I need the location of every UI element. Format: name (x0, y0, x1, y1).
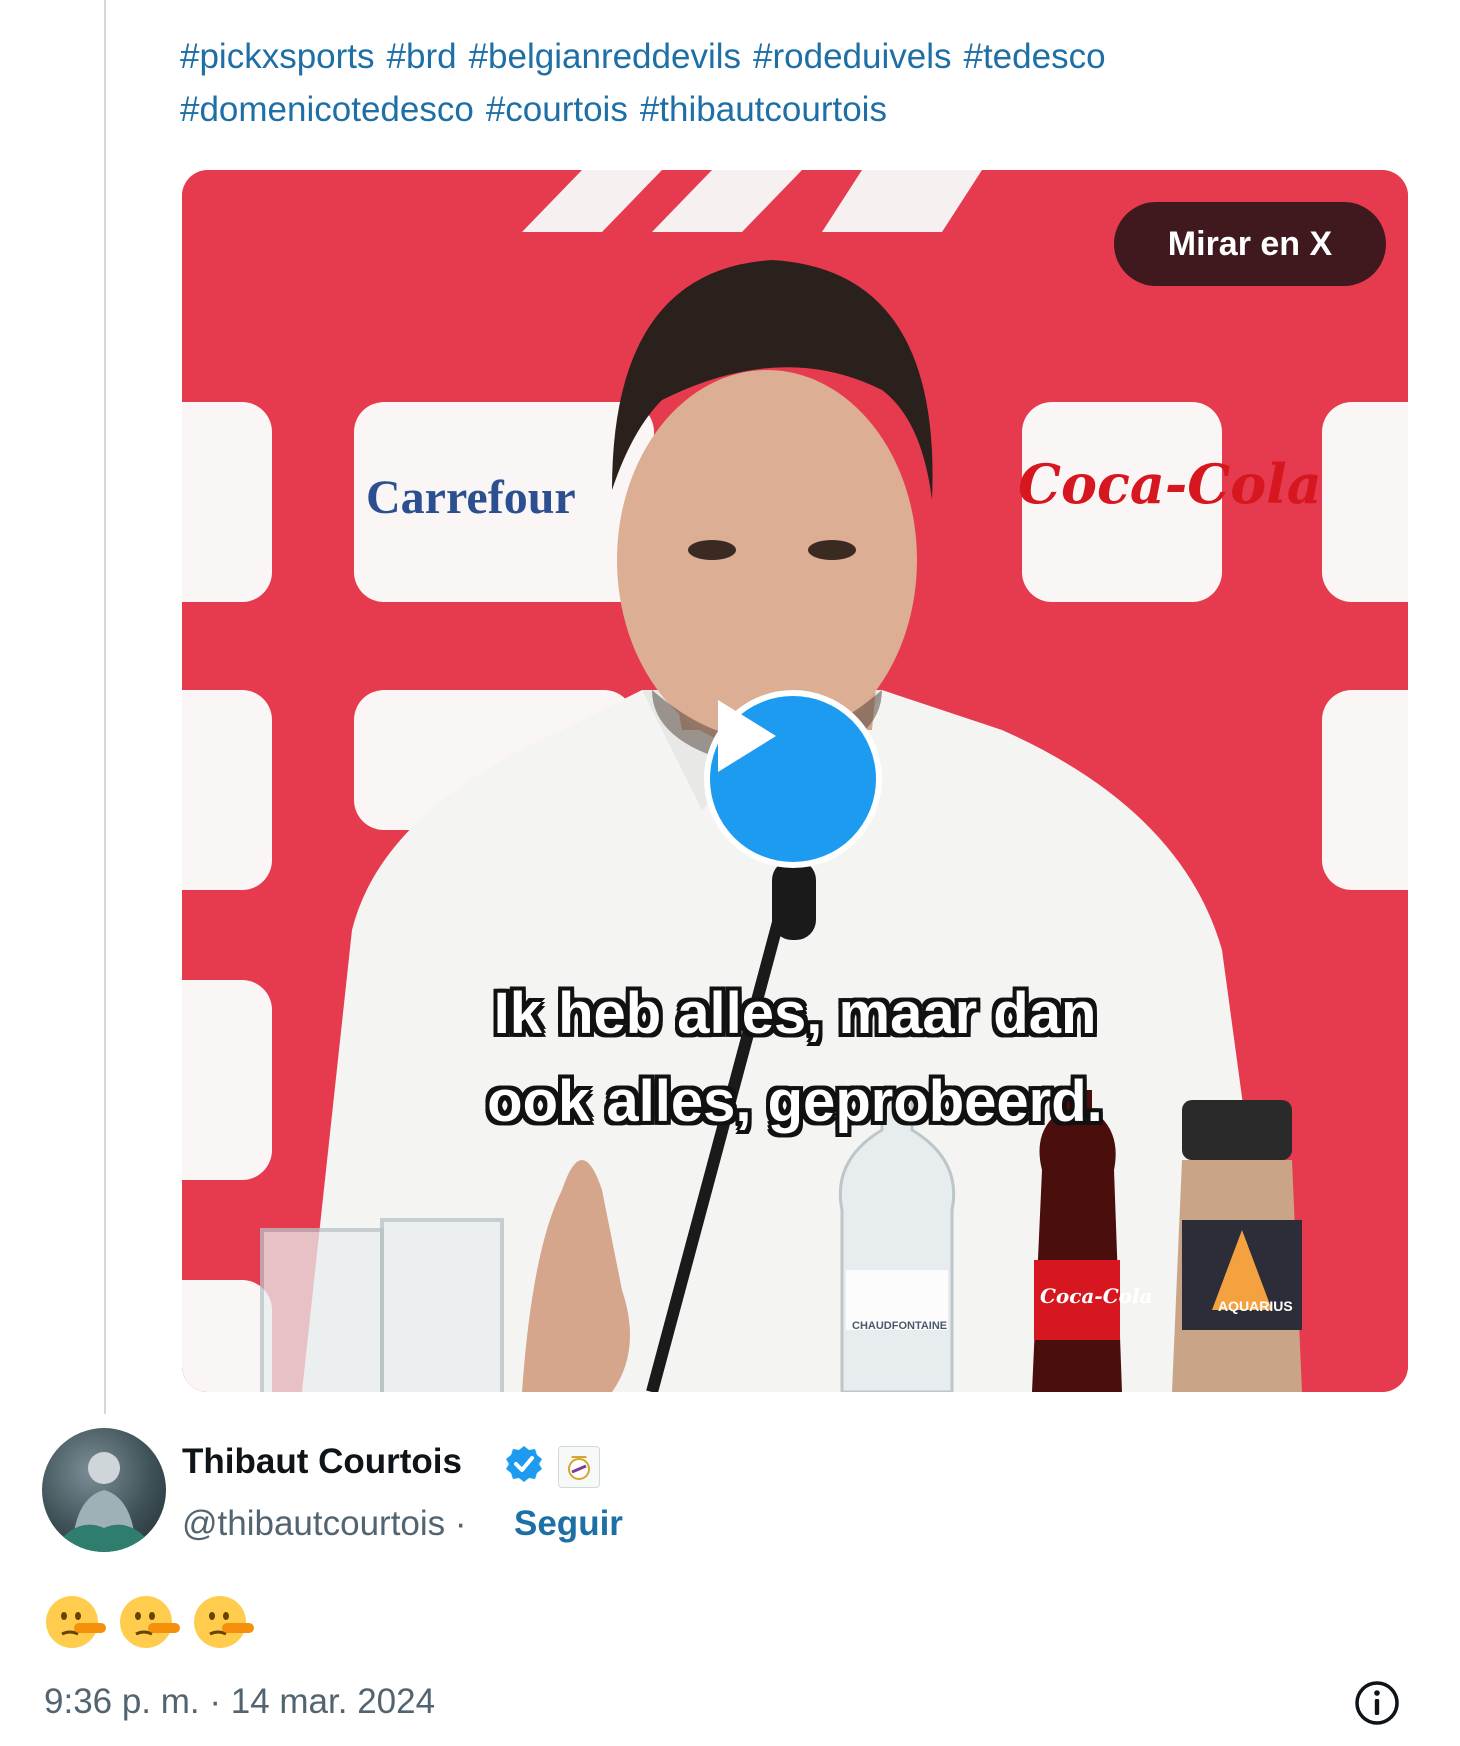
real-madrid-crest-icon (568, 1456, 590, 1480)
post-timestamp[interactable]: 9:36 p. m. · 14 mar. 2024 (44, 1682, 435, 1722)
sponsor-logo-carrefour: Carrefour (366, 471, 576, 524)
avatar-image (62, 1452, 146, 1552)
author-handle: @thibautcourtois · (182, 1504, 467, 1544)
sponsor-logo-cocacola: Coca-Cola (1018, 452, 1322, 516)
hashtag-link[interactable]: #brd (387, 37, 457, 76)
verified-badge-icon (506, 1446, 542, 1482)
watch-on-x-button[interactable]: Mirar en X (1114, 202, 1386, 286)
hashtag-link[interactable]: #thibautcourtois (640, 90, 887, 129)
lying-face-emoji (46, 1596, 106, 1648)
avatar[interactable] (42, 1428, 166, 1552)
affiliation-badge[interactable] (558, 1446, 600, 1488)
play-button[interactable] (704, 690, 882, 868)
hashtag-link[interactable]: #domenicotedesco (180, 90, 474, 129)
info-icon[interactable] (1352, 1678, 1402, 1728)
lying-face-emoji (194, 1596, 254, 1648)
follow-button[interactable]: Seguir (514, 1504, 623, 1544)
hashtag-link[interactable]: #pickxsports (180, 37, 375, 76)
bottle-label-cocacola: Coca-Cola (1040, 1284, 1153, 1308)
video-player[interactable]: Carrefour Coca-Cola CHAUDFONTAINE Coca-C… (182, 170, 1408, 1392)
handle-separator: · (454, 1504, 467, 1543)
thread-connector-line (104, 0, 106, 1414)
hashtag-link[interactable]: #rodeduivels (753, 37, 951, 76)
bottle-label-water: CHAUDFONTAINE (852, 1320, 948, 1332)
play-icon (718, 700, 776, 772)
bottle-label-aquarius: AQUARIUS (1218, 1298, 1293, 1314)
handle-text[interactable]: @thibautcourtois (182, 1504, 445, 1543)
caption-line: Ik heb alles, maar dan (493, 981, 1097, 1046)
hashtag-link[interactable]: #tedesco (963, 37, 1105, 76)
video-caption: Ik heb alles, maar dan ook alles, geprob… (182, 970, 1408, 1146)
caption-line: ook alles, geprobeerd. (487, 1069, 1103, 1134)
hashtag-link[interactable]: #courtois (486, 90, 628, 129)
author-name[interactable]: Thibaut Courtois (182, 1442, 462, 1482)
hashtag-link[interactable]: #belgianreddevils (469, 37, 741, 76)
lying-face-emoji (120, 1596, 180, 1648)
reply-text (44, 1590, 256, 1654)
post-hashtags: #pickxsports #brd #belgianreddevils #rodedu… (180, 30, 1420, 136)
